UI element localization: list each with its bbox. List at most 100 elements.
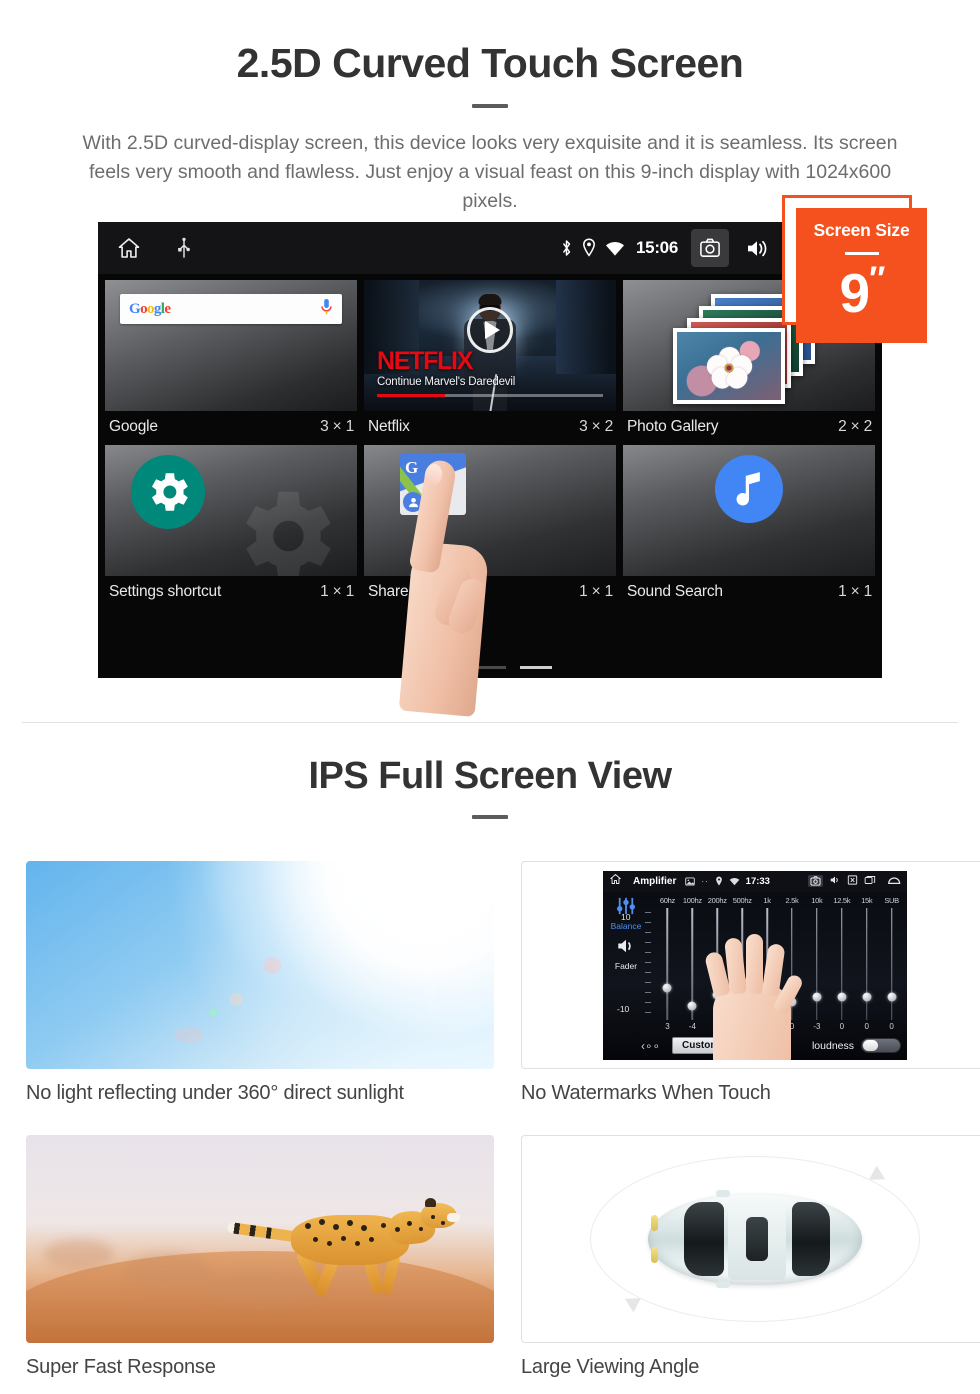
- home-icon[interactable]: [609, 872, 622, 890]
- back-arrow-icon[interactable]: [886, 872, 901, 890]
- title-underline: [472, 104, 508, 109]
- widget-name: Share location: [368, 583, 465, 600]
- lens-flare-1: [264, 957, 281, 974]
- person-pin-icon: [403, 492, 423, 512]
- share-location-widget[interactable]: G: [364, 445, 616, 576]
- widget-meta-settings: Settings shortcut 1 × 1: [105, 576, 357, 610]
- feature-card-sunlight: No light reflecting under 360° direct su…: [0, 861, 495, 1105]
- band-label: 2.5k: [785, 895, 799, 905]
- lens-flare-2: [230, 993, 243, 1006]
- section-description: With 2.5D curved-display screen, this de…: [82, 132, 898, 212]
- netflix-preview: NETFLIX Continue Marvel's Daredevil: [364, 280, 616, 411]
- page-dot-1[interactable]: [428, 666, 460, 669]
- cheetah-ear: [425, 1198, 437, 1208]
- widget-size: 1 × 1: [579, 583, 613, 600]
- loudness-label: loudness: [811, 1039, 854, 1052]
- finger-3: [746, 933, 763, 994]
- amplifier-scale-ruler: [641, 911, 655, 1016]
- page-indicators[interactable]: [98, 666, 882, 669]
- widget-meta-share-location: Share location 1 × 1: [364, 576, 616, 610]
- dust-cloud-1: [122, 1253, 212, 1289]
- google-g-letter: G: [405, 458, 419, 477]
- ellipsis-icon: ··: [701, 876, 709, 886]
- widget-meta-netflix: Netflix 3 × 2: [364, 411, 616, 445]
- eq-value: 0: [839, 1021, 845, 1031]
- volume-icon[interactable]: [829, 872, 841, 890]
- running-cheetah-photo: [26, 1135, 494, 1343]
- home-icon[interactable]: [116, 236, 142, 260]
- eq-value: 0: [864, 1021, 869, 1031]
- device-status-bar: 15:06: [98, 222, 882, 274]
- badge-unit: ″: [869, 260, 885, 298]
- dust-cloud-3: [44, 1239, 114, 1269]
- page-dot-3-active[interactable]: [520, 666, 552, 669]
- play-button-icon[interactable]: [467, 306, 513, 353]
- google-maps-icon[interactable]: G: [400, 453, 466, 515]
- sound-search-widget[interactable]: [623, 445, 875, 576]
- widget-size: 2 × 2: [838, 418, 872, 435]
- cherry-blossom-photo: [677, 331, 781, 400]
- widget-cell-google[interactable]: Google Google 3 × 1: [105, 280, 357, 445]
- mirror-left: [716, 1190, 730, 1197]
- progress-track: [377, 394, 603, 397]
- settings-shortcut-widget[interactable]: [105, 445, 357, 576]
- widget-size: 3 × 2: [579, 418, 613, 435]
- sunroof: [746, 1217, 768, 1261]
- widget-cell-share-location[interactable]: G Share location 1 × 1: [364, 445, 616, 610]
- widget-cell-settings[interactable]: Settings shortcut 1 × 1: [105, 445, 357, 610]
- scale-bottom-label: -10: [617, 1003, 630, 1014]
- feature-card-viewing-angle: Large Viewing Angle: [495, 1135, 980, 1379]
- page-dot-2[interactable]: [474, 666, 506, 669]
- amplifier-status-bar: Amplifier ·· 17:33: [603, 870, 907, 892]
- close-icon[interactable]: [847, 872, 858, 890]
- location-icon: [715, 876, 722, 886]
- google-search-widget[interactable]: Google: [105, 280, 357, 411]
- widget-meta-sound-search: Sound Search 1 × 1: [623, 576, 875, 610]
- photo-card-1: [673, 327, 785, 404]
- car-roof: [728, 1198, 786, 1280]
- band-label: 200hz: [707, 895, 727, 905]
- google-logo: Google: [129, 300, 171, 317]
- preset-prev-icon[interactable]: ‹∘∘: [641, 1039, 660, 1053]
- rear-window: [792, 1202, 830, 1276]
- google-search-bar[interactable]: Google: [120, 294, 342, 324]
- widget-name: Settings shortcut: [109, 583, 222, 600]
- bluetooth-icon: [560, 238, 573, 258]
- loudness-control[interactable]: loudness: [812, 1038, 901, 1053]
- figure-hair: [478, 293, 502, 305]
- widget-cell-netflix[interactable]: NETFLIX Continue Marvel's Daredevil Netf…: [364, 280, 616, 445]
- eq-value: 0: [889, 1021, 894, 1031]
- camera-icon[interactable]: [808, 875, 823, 887]
- netflix-widget[interactable]: NETFLIX Continue Marvel's Daredevil: [364, 280, 616, 411]
- image-icon: [685, 876, 696, 886]
- amplifier-clock: 17:33: [745, 875, 770, 887]
- status-bar-left: [116, 236, 192, 260]
- settings-gear-icon[interactable]: [131, 455, 205, 529]
- lens-flare-3: [210, 1009, 217, 1016]
- screen-size-badge: Screen Size 9″: [782, 195, 930, 345]
- band-label: 500hz: [732, 895, 752, 905]
- frequency-band-labels: 60hz 100hz 200hz 500hz 1k 2.5k 10k 12.5k…: [655, 896, 904, 905]
- amplifier-equalizer-screenshot: Amplifier ·· 17:33 Balance Fader 60hz 10…: [603, 870, 907, 1060]
- microphone-icon[interactable]: [320, 298, 333, 321]
- amplifier-status-icons: ··: [685, 876, 739, 887]
- feature-caption: No Watermarks When Touch: [521, 1082, 771, 1104]
- widget-cell-sound-search[interactable]: Sound Search 1 × 1: [623, 445, 875, 610]
- eq-slider: [879, 907, 904, 1020]
- feature-cards-grid: No light reflecting under 360° direct su…: [0, 861, 980, 1379]
- amplifier-body: Balance Fader 60hz 100hz 200hz 500hz 1k …: [603, 891, 907, 1060]
- recent-apps-icon[interactable]: [864, 872, 876, 890]
- music-note-icon[interactable]: [715, 455, 783, 523]
- widget-size: 1 × 1: [838, 583, 872, 600]
- loudness-toggle[interactable]: [861, 1038, 901, 1053]
- band-label: 100hz: [682, 895, 702, 905]
- camera-icon[interactable]: [691, 229, 729, 267]
- widget-name: Sound Search: [627, 583, 723, 600]
- head-unit-device: 15:06 Google Google 3 × 1 NETFLIX Contin…: [98, 222, 882, 678]
- curved-touch-screen-section: 2.5D Curved Touch Screen With 2.5D curve…: [0, 0, 980, 723]
- volume-icon[interactable]: [738, 229, 776, 267]
- band-label: 1k: [763, 895, 771, 905]
- section2-title: IPS Full Screen View: [308, 755, 672, 797]
- usb-icon[interactable]: [176, 237, 192, 259]
- fader-speaker-icon: [618, 939, 631, 952]
